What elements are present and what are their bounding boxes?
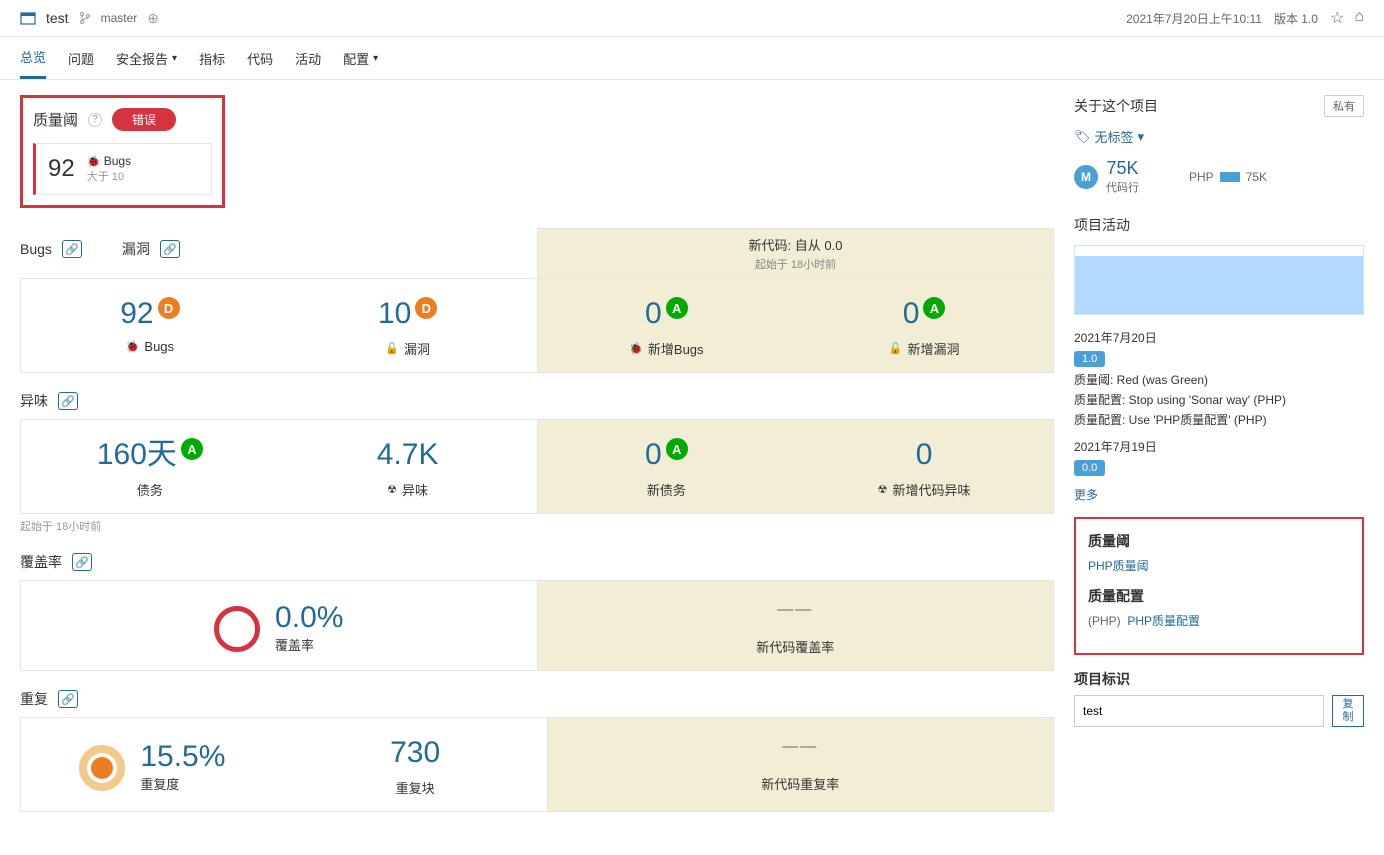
size-badge: M: [1074, 165, 1098, 189]
coverage-donut: [214, 606, 260, 652]
copy-button[interactable]: 复制: [1332, 695, 1364, 727]
help-icon[interactable]: ?: [88, 113, 102, 127]
radiation-icon: ☢: [878, 483, 888, 496]
header: test master ⊕ 2021年7月20日上午10:11 版本 1.0 ☆…: [0, 0, 1384, 37]
metric-duplication[interactable]: 15.5% 重复度: [21, 718, 284, 811]
add-icon[interactable]: ⊕: [147, 10, 159, 27]
metric-new-debt[interactable]: 0A 新债务: [538, 420, 796, 513]
branch-icon: [79, 11, 91, 25]
lock-icon: 🔓: [889, 342, 903, 355]
link-icon[interactable]: 🔗: [160, 240, 180, 258]
bug-icon: 🐞: [629, 342, 643, 355]
metric-coverage[interactable]: 0.0% 覆盖率: [21, 581, 538, 670]
rating-a: A: [666, 438, 688, 460]
quality-gate-card[interactable]: 92 🐞 Bugs 大于 10: [33, 143, 212, 195]
branch-name[interactable]: master: [101, 11, 138, 25]
sidebar: 关于这个项目 私有 🏷 无标签 ▾ M 75K 代码行 PHP 75K 项目活动: [1074, 95, 1364, 830]
rating-a: A: [666, 297, 688, 319]
language-row: PHP 75K: [1189, 170, 1267, 184]
home-icon[interactable]: ⌂: [1354, 8, 1364, 28]
duplication-donut: [79, 745, 125, 791]
metric-vulnerabilities[interactable]: 10D 🔓漏洞: [279, 279, 538, 372]
version: 版本 1.0: [1274, 10, 1318, 27]
tabs: 总览 问题 安全报告▾ 指标 代码 活动 配置▾: [0, 37, 1384, 80]
rating-a: A: [181, 438, 203, 460]
link-icon[interactable]: 🔗: [62, 240, 82, 258]
link-icon[interactable]: 🔗: [58, 392, 78, 410]
bug-icon: 🐞: [126, 340, 140, 353]
vulnerabilities-title: 漏洞: [122, 239, 150, 259]
coverage-section: 覆盖率 🔗 0.0% 覆盖率 —— 新代码覆盖率: [20, 552, 1054, 671]
activity-chart[interactable]: [1074, 245, 1364, 315]
star-icon[interactable]: ☆: [1330, 8, 1344, 28]
metric-new-bugs[interactable]: 0A 🐞新增Bugs: [538, 279, 796, 372]
duplication-section: 重复 🔗 15.5% 重复度 730 重复块 —— 新代码重复率: [20, 689, 1054, 812]
metric-new-vulnerabilities[interactable]: 0A 🔓新增漏洞: [795, 279, 1053, 372]
tab-activity[interactable]: 活动: [295, 37, 321, 79]
metric-new-duplication[interactable]: —— 新代码重复率: [548, 718, 1054, 811]
project-id-input[interactable]: [1074, 695, 1324, 727]
quality-config-highlight: 质量阈 PHP质量阈 质量配置 (PHP) PHP质量配置: [1074, 517, 1364, 655]
quality-gate-highlight: 质量阈 ? 错误 92 🐞 Bugs 大于 10: [20, 95, 225, 208]
qg-link[interactable]: PHP质量阈: [1088, 559, 1149, 573]
radiation-icon: ☢: [387, 483, 397, 496]
header-right: 2021年7月20日上午10:11 版本 1.0 ☆ ⌂: [1126, 8, 1364, 28]
project-name[interactable]: test: [46, 10, 69, 26]
metric-new-coverage[interactable]: —— 新代码覆盖率: [538, 581, 1054, 670]
rating-a: A: [923, 297, 945, 319]
tab-security[interactable]: 安全报告▾: [116, 37, 177, 79]
qg-count: 92: [48, 155, 75, 183]
timestamp: 2021年7月20日上午10:11: [1126, 10, 1262, 27]
lang-bar: [1220, 172, 1240, 182]
smells-section: 异味 🔗 160天A 债务 4.7K ☢异味 0A 新债务 0 ☢新: [20, 391, 1054, 534]
lock-icon: 🔓: [385, 342, 399, 355]
bugs-section: Bugs 🔗 漏洞 🔗 新代码: 自从 0.0 起始于 18小时前 92D �: [20, 228, 1054, 373]
no-tags[interactable]: 🏷 无标签 ▾: [1074, 127, 1364, 146]
version-badge: 0.0: [1074, 460, 1105, 476]
tab-code[interactable]: 代码: [247, 37, 273, 79]
activity-title: 项目活动: [1074, 215, 1364, 235]
rating-d: D: [415, 297, 437, 319]
metric-bugs[interactable]: 92D 🐞Bugs: [21, 279, 279, 372]
tab-overview[interactable]: 总览: [20, 37, 46, 79]
header-left: test master ⊕: [20, 10, 159, 27]
link-icon[interactable]: 🔗: [58, 690, 78, 708]
bugs-title: Bugs: [20, 241, 52, 257]
private-badge: 私有: [1324, 95, 1364, 117]
rating-d: D: [158, 297, 180, 319]
newcode-header: 新代码: 自从 0.0 起始于 18小时前: [537, 228, 1054, 278]
project-icon: [20, 10, 36, 26]
tag-icon: 🏷: [1074, 129, 1091, 145]
metric-debt[interactable]: 160天A 债务: [21, 420, 279, 513]
metric-new-smells[interactable]: 0 ☢新增代码异味: [795, 420, 1053, 513]
debt-since: 起始于 18小时前: [20, 518, 1054, 534]
bug-icon: 🐞: [87, 156, 101, 168]
quality-gate-status: 错误: [112, 108, 176, 131]
tab-metrics[interactable]: 指标: [199, 37, 225, 79]
metric-smells[interactable]: 4.7K ☢异味: [279, 420, 538, 513]
version-badge: 1.0: [1074, 351, 1105, 367]
link-icon[interactable]: 🔗: [72, 553, 92, 571]
more-link[interactable]: 更多: [1074, 486, 1098, 503]
quality-gate-title: 质量阈: [33, 109, 78, 130]
qp-link[interactable]: PHP质量配置: [1127, 614, 1200, 628]
metric-dup-blocks[interactable]: 730 重复块: [284, 718, 548, 811]
dash: ——: [548, 601, 1044, 619]
qg-condition: 大于 10: [87, 168, 131, 184]
chevron-down-icon: ▾: [373, 53, 378, 64]
dash: ——: [558, 738, 1044, 756]
chevron-down-icon: ▾: [1138, 129, 1145, 145]
chevron-down-icon: ▾: [172, 53, 177, 64]
tab-issues[interactable]: 问题: [68, 37, 94, 79]
about-title: 关于这个项目: [1074, 96, 1158, 116]
tab-config[interactable]: 配置▾: [343, 37, 378, 79]
